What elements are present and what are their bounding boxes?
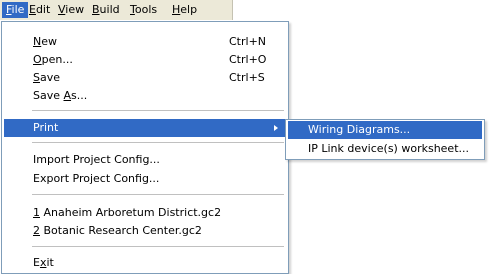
- submenu-item-ip-link-label: IP Link device(s) worksheet...: [308, 142, 469, 155]
- menu-item-recent-2-label: 2 Botanic Research Center.gc2: [33, 224, 202, 237]
- menu-item-new[interactable]: New Ctrl+N: [4, 33, 286, 51]
- menu-item-new-shortcut: Ctrl+N: [229, 35, 267, 48]
- menu-item-export-project-config[interactable]: Export Project Config...: [4, 170, 286, 188]
- menu-file-label: ile: [11, 3, 25, 16]
- menu-item-exit[interactable]: Exit: [4, 254, 286, 272]
- menu-item-recent-file-1[interactable]: 1 Anaheim Arboretum District.gc2: [4, 204, 286, 222]
- menu-tools[interactable]: Tools: [126, 2, 161, 18]
- menu-item-save-label: Save: [33, 71, 61, 84]
- menu-item-save-as-label: Save As...: [33, 89, 88, 102]
- menu-item-open[interactable]: Open... Ctrl+O: [4, 51, 286, 69]
- submenu-item-ip-link-worksheet[interactable]: IP Link device(s) worksheet...: [288, 140, 482, 158]
- menu-item-save[interactable]: Save Ctrl+S: [4, 69, 286, 87]
- menu-separator: [32, 142, 284, 143]
- menu-edit-accel: E: [29, 3, 36, 16]
- menu-item-save-shortcut: Ctrl+S: [229, 71, 265, 84]
- menu-edit[interactable]: Edit: [25, 2, 54, 18]
- menu-bar: File Edit View Build Tools Help: [0, 0, 233, 20]
- menu-item-import-project-config[interactable]: Import Project Config...: [4, 151, 286, 169]
- menu-item-new-label: New: [33, 35, 57, 48]
- menu-build-accel: B: [92, 3, 100, 16]
- menu-separator: [32, 246, 284, 247]
- menu-item-open-shortcut: Ctrl+O: [229, 53, 267, 66]
- menu-separator: [32, 110, 284, 111]
- menu-edit-label: dit: [35, 3, 51, 16]
- menu-item-print[interactable]: Print: [4, 119, 286, 137]
- menu-item-export-label: Export Project Config...: [33, 172, 160, 185]
- menu-item-import-label: Import Project Config...: [33, 153, 160, 166]
- menu-build[interactable]: Build: [88, 2, 124, 18]
- menu-separator: [32, 194, 284, 195]
- menu-item-recent-1-label: 1 Anaheim Arboretum District.gc2: [33, 206, 222, 219]
- menu-item-open-label: Open...: [33, 53, 73, 66]
- file-menu-dropdown: New Ctrl+N Open... Ctrl+O Save Ctrl+S Sa…: [1, 21, 289, 274]
- menu-tools-label: ools: [134, 3, 158, 16]
- menu-help-label: elp: [180, 3, 198, 16]
- menu-item-exit-label: Exit: [33, 256, 54, 269]
- menu-view[interactable]: View: [54, 2, 88, 18]
- submenu-arrow-icon: [274, 125, 278, 131]
- menu-build-label: uild: [99, 3, 120, 16]
- print-submenu: Wiring Diagrams... IP Link device(s) wor…: [285, 119, 485, 160]
- submenu-item-wiring-diagrams-label: Wiring Diagrams...: [308, 123, 411, 136]
- menu-item-save-as[interactable]: Save As...: [4, 87, 286, 105]
- menu-item-print-label: Print: [33, 121, 59, 134]
- menu-item-recent-file-2[interactable]: 2 Botanic Research Center.gc2: [4, 222, 286, 240]
- menu-help[interactable]: Help: [168, 2, 201, 18]
- submenu-item-wiring-diagrams[interactable]: Wiring Diagrams...: [288, 121, 482, 139]
- menu-view-label: iew: [65, 3, 85, 16]
